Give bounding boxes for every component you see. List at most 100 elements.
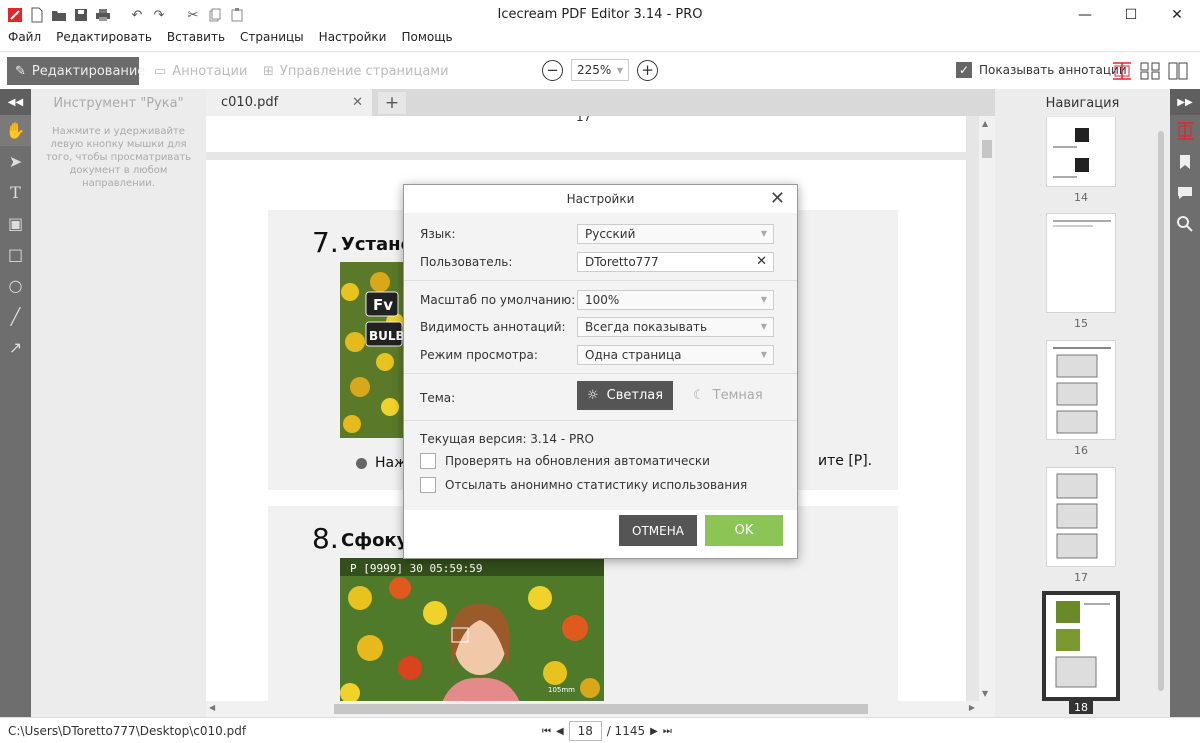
view-mode-select[interactable]: Одна страница ▼ (577, 345, 774, 365)
search-icon[interactable] (1170, 208, 1200, 239)
page-number-input[interactable]: 18 (568, 721, 602, 741)
fv-label: Fv (373, 296, 393, 314)
image-tool-icon[interactable]: ▣ (0, 208, 31, 239)
navigation-scroll-thumb[interactable] (1158, 131, 1164, 691)
comment-icon: ▭ (154, 63, 167, 79)
arrow-tool-icon[interactable]: ↗ (0, 332, 31, 363)
thumbnail-page-number: 18 (1069, 701, 1093, 714)
single-page-view-icon[interactable] (1111, 61, 1133, 81)
theme-dark-button[interactable]: ☾ Темная (691, 381, 787, 410)
vertical-scrollbar[interactable]: ▲ ▼ (979, 116, 995, 701)
theme-light-label: Светлая (606, 388, 664, 403)
scroll-down-icon[interactable]: ▼ (982, 689, 988, 698)
theme-label: Тема: (420, 391, 456, 405)
step-tail-text: ите [P]. (818, 453, 873, 469)
collapse-left-icon[interactable]: ◀◀ (0, 89, 31, 115)
step-title: Сфоку (341, 530, 409, 551)
ellipse-tool-icon[interactable]: ○ (0, 270, 31, 301)
two-page-view-icon[interactable] (1167, 61, 1189, 81)
zoom-out-button[interactable]: − (542, 59, 563, 81)
menu-settings[interactable]: Настройки (319, 30, 387, 48)
horizontal-scrollbar[interactable]: ◀ ▶ (206, 701, 995, 717)
next-page-icon[interactable]: ▶ (650, 726, 658, 737)
scroll-left-icon[interactable]: ◀ (209, 703, 215, 712)
grid-view-icon[interactable] (1139, 61, 1161, 81)
text-tool-icon[interactable]: T (0, 177, 31, 208)
navigation-scrollbar[interactable] (1157, 117, 1165, 717)
tab-c010[interactable]: c010.pdf ✕ (206, 89, 372, 116)
comments-icon[interactable] (1170, 177, 1200, 208)
maximize-icon[interactable]: ☐ (1108, 0, 1154, 30)
menu-pages[interactable]: Страницы (240, 30, 304, 48)
bookmark-icon[interactable] (1170, 146, 1200, 177)
user-row: Пользователь: DToretto777 ✕ (420, 252, 780, 272)
page-thumbnail[interactable]: 17 (1046, 467, 1116, 584)
collapse-right-icon[interactable]: ▶▶ (1170, 89, 1200, 115)
title-bar: ↶ ↷ ✂ Icecream PDF Editor 3.14 - PRO — ☐… (0, 0, 1200, 30)
clear-input-icon[interactable]: ✕ (756, 253, 767, 271)
view-mode-value: Одна страница (585, 348, 682, 362)
moon-icon: ☾ (693, 388, 705, 403)
thumbnail-page-number: 17 (1074, 571, 1088, 584)
prev-page-icon[interactable]: ◀ (556, 726, 564, 737)
thumbnail-page-number: 15 (1074, 317, 1088, 330)
first-page-icon[interactable]: ⏮ (542, 726, 551, 737)
show-annotations-checkbox[interactable]: ✓ (956, 62, 972, 78)
pages-panel-icon[interactable] (1170, 115, 1200, 146)
window-controls: — ☐ ✕ (1062, 0, 1200, 30)
check-updates-row[interactable]: Проверять на обновления автоматически (420, 453, 710, 469)
last-page-icon[interactable]: ⏭ (663, 726, 672, 737)
line-tool-icon[interactable]: ╱ (0, 301, 31, 332)
show-annotations-toggle[interactable]: ✓ Показывать аннотации (956, 62, 1127, 78)
vertical-scroll-thumb[interactable] (982, 140, 992, 158)
minimize-icon[interactable]: — (1062, 0, 1108, 30)
edit-mode-label: Редактирование (31, 63, 146, 79)
hand-tool-icon[interactable]: ✋ (0, 115, 31, 146)
page-thumbnail[interactable]: 16 (1046, 340, 1116, 457)
thumbnail-list[interactable]: 14 15 16 17 18 (995, 117, 1157, 717)
main-toolbar: ✎ Редактирование ▭ Аннотации ⊞ Управлени… (0, 51, 1200, 89)
menu-insert[interactable]: Вставить (167, 30, 225, 48)
page-thumbnail[interactable]: 15 (1046, 213, 1116, 330)
bullet-icon (356, 457, 367, 469)
cancel-button[interactable]: ОТМЕНА (619, 515, 697, 546)
left-tool-bar: ◀◀ ✋ ➤ T ▣ □ ○ ╱ ↗ (0, 89, 31, 717)
ok-button[interactable]: OK (705, 515, 783, 546)
select-tool-icon[interactable]: ➤ (0, 146, 31, 177)
send-stats-checkbox[interactable] (420, 477, 436, 493)
page-thumbnail[interactable]: 14 (1046, 117, 1116, 204)
menu-help[interactable]: Помощь (401, 30, 452, 48)
thumbnail-page-number: 16 (1074, 444, 1088, 457)
menu-file[interactable]: Файл (8, 30, 41, 48)
send-stats-row[interactable]: Отсылать анонимно статистику использован… (420, 477, 747, 493)
close-tab-icon[interactable]: ✕ (352, 95, 363, 110)
view-mode-label: Режим просмотра: (420, 348, 538, 362)
visibility-select[interactable]: Всегда показывать ▼ (577, 317, 774, 337)
step-bullet: Наж (356, 455, 407, 471)
camera-screen-image: Fv BULB (340, 262, 404, 438)
language-value: Русский (585, 227, 636, 241)
scroll-right-icon[interactable]: ▶ (969, 703, 975, 712)
close-icon[interactable]: ✕ (770, 188, 785, 209)
manage-pages-button[interactable]: ⊞ Управление страницами (255, 57, 457, 85)
close-icon[interactable]: ✕ (1154, 0, 1200, 30)
scroll-up-icon[interactable]: ▲ (982, 119, 988, 128)
language-select[interactable]: Русский ▼ (577, 224, 774, 244)
divider (404, 420, 797, 421)
check-updates-checkbox[interactable] (420, 453, 436, 469)
scale-select[interactable]: 100% ▼ (577, 290, 774, 310)
previous-page: 17 (206, 116, 966, 152)
horizontal-scroll-thumb[interactable] (334, 704, 868, 714)
menu-edit[interactable]: Редактировать (56, 30, 152, 48)
zoom-in-button[interactable]: + (637, 59, 658, 81)
pencil-icon: ✎ (15, 63, 26, 79)
edit-mode-button[interactable]: ✎ Редактирование (7, 57, 145, 85)
theme-light-button[interactable]: ☼ Светлая (577, 381, 673, 410)
page-thumbnail-selected[interactable]: 18 (1042, 591, 1120, 714)
add-tab-button[interactable]: + (378, 92, 406, 114)
zoom-select[interactable]: 225% ▼ (571, 59, 629, 81)
sun-icon: ☼ (587, 388, 599, 403)
rectangle-tool-icon[interactable]: □ (0, 239, 31, 270)
user-input[interactable]: DToretto777 ✕ (577, 252, 774, 272)
annotations-mode-button[interactable]: ▭ Аннотации (146, 57, 255, 85)
